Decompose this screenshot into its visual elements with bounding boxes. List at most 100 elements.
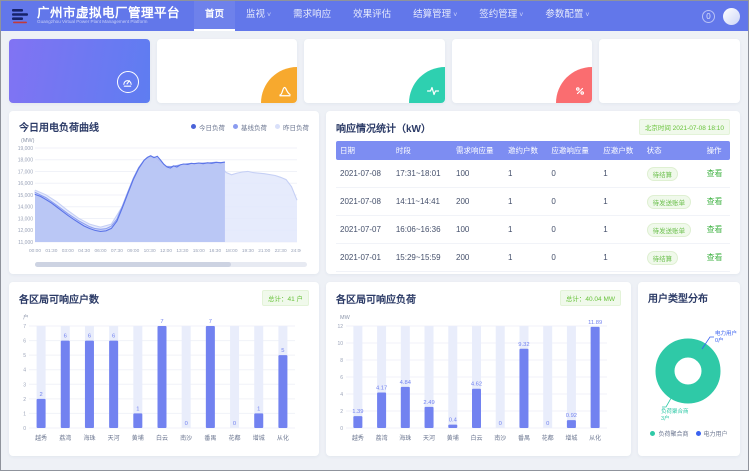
kpi-card-4 <box>599 39 740 103</box>
svg-text:0户: 0户 <box>715 336 724 344</box>
load-curve-legend: 今日负荷基线负荷昨日负荷 <box>191 122 309 132</box>
cell-resp-users: 1 <box>599 216 642 244</box>
top-navigation-bar: 广州市虚拟电厂管理平台 Guangzhou Virtual Power Plan… <box>1 1 748 31</box>
svg-text:天河: 天河 <box>423 434 435 442</box>
district-users-total-badge: 总计：41 户 <box>262 290 309 306</box>
status-badge: 待发送账单 <box>647 223 692 237</box>
nav-item-5[interactable]: 签约管理˅ <box>468 1 534 31</box>
cell-period: 15:29~15:59 <box>392 244 452 272</box>
svg-text:18,000: 18,000 <box>18 158 34 164</box>
user-types-donut-chart: 电力用户0户负荷聚合商3户 <box>638 309 740 431</box>
svg-text:番禺: 番禺 <box>204 435 216 442</box>
chevron-down-icon: ˅ <box>519 12 523 19</box>
legend-dot-icon <box>275 124 280 129</box>
svg-text:2.49: 2.49 <box>423 400 434 406</box>
cell-invited: 1 <box>504 244 547 272</box>
svg-text:1: 1 <box>23 411 26 417</box>
view-link[interactable]: 查看 <box>707 197 723 206</box>
svg-text:0.4: 0.4 <box>449 418 458 424</box>
cell-date: 2021-07-08 <box>336 160 392 188</box>
svg-text:海珠: 海珠 <box>83 434 95 442</box>
svg-text:0: 0 <box>233 421 236 427</box>
table-row-0: 2021-07-0817:31~18:01100101待结算查看 <box>336 160 730 188</box>
svg-text:0: 0 <box>546 421 549 427</box>
view-link[interactable]: 查看 <box>707 169 723 178</box>
svg-text:越秀: 越秀 <box>352 434 364 442</box>
svg-text:0.92: 0.92 <box>566 413 577 419</box>
svg-text:5: 5 <box>23 353 26 359</box>
user-avatar[interactable] <box>723 8 740 25</box>
nav-item-2[interactable]: 需求响应 <box>282 1 342 31</box>
nav-item-3[interactable]: 效果评估 <box>342 1 402 31</box>
view-link[interactable]: 查看 <box>707 253 723 262</box>
svg-text:3: 3 <box>23 382 26 388</box>
svg-text:1: 1 <box>257 406 260 412</box>
svg-text:6: 6 <box>112 334 115 340</box>
load-curve-chart: 11,00012,00013,00014,00015,00016,00017,0… <box>9 144 301 260</box>
chevron-down-icon: ˅ <box>453 12 457 19</box>
cell-period: 16:06~16:36 <box>392 216 452 244</box>
svg-text:花都: 花都 <box>542 434 554 442</box>
svg-text:13,000: 13,000 <box>18 216 34 222</box>
svg-text:荔湾: 荔湾 <box>376 434 388 442</box>
legend-dot-icon <box>191 124 196 129</box>
cell-invited: 1 <box>504 216 547 244</box>
cell-period: 17:31~18:01 <box>392 160 452 188</box>
cell-responded: 0 <box>547 216 599 244</box>
nav-item-0[interactable]: 首页 <box>194 1 235 31</box>
legend-item-1[interactable]: 基线负荷 <box>233 122 267 132</box>
cell-demand: 200 <box>452 244 504 272</box>
cell-invited: 1 <box>504 188 547 216</box>
svg-text:10: 10 <box>337 341 343 347</box>
district-load-chart: MW0246810121.39越秀4.17荔湾4.84海珠2.49天河0.4黄埔… <box>326 310 613 450</box>
svg-text:24:00: 24:00 <box>291 248 301 254</box>
svg-text:4.62: 4.62 <box>471 382 482 388</box>
svg-text:09:00: 09:00 <box>127 248 139 254</box>
response-stats-table: 日期时段需求响应量邀约户数应邀响应量应邀户数状态操作 2021-07-0817:… <box>336 141 730 272</box>
nav-item-1[interactable]: 监视˅ <box>235 1 282 31</box>
cell-responded: 0 <box>547 160 599 188</box>
nav-item-6[interactable]: 参数配置˅ <box>534 1 600 31</box>
district-load-title: 各区局可响应负荷 <box>336 291 416 306</box>
svg-text:10:30: 10:30 <box>144 248 156 254</box>
legend-item-2[interactable]: 昨日负荷 <box>275 122 309 132</box>
percent-icon <box>556 67 592 103</box>
svg-text:16:30: 16:30 <box>209 248 221 254</box>
load-curve-card: 今日用电负荷曲线 今日负荷基线负荷昨日负荷 (MW) 11,00012,0001… <box>9 111 319 274</box>
chart-scrollbar[interactable] <box>35 262 307 267</box>
app-subtitle: Guangzhou Virtual Power Plant Management… <box>37 20 180 25</box>
column-header-6: 状态 <box>643 141 703 160</box>
svg-text:06:00: 06:00 <box>94 248 106 254</box>
kpi-card-0 <box>9 39 150 103</box>
svg-text:增城: 增城 <box>253 434 265 442</box>
svg-text:4: 4 <box>340 392 343 398</box>
svg-text:18:00: 18:00 <box>225 248 237 254</box>
donut-legend-item-0[interactable]: 负荷聚合商 <box>650 429 688 438</box>
svg-text:13:30: 13:30 <box>176 248 188 254</box>
cell-resp-users: 1 <box>599 188 642 216</box>
kpi-card-1 <box>157 39 298 103</box>
svg-text:11.89: 11.89 <box>588 320 602 326</box>
svg-text:户: 户 <box>23 313 29 321</box>
svg-text:19,000: 19,000 <box>18 146 34 152</box>
donut-legend-item-1[interactable]: 电力用户 <box>696 429 728 438</box>
svg-text:00:00: 00:00 <box>29 248 41 254</box>
svg-text:海珠: 海珠 <box>399 434 411 442</box>
svg-text:15,000: 15,000 <box>18 193 34 199</box>
district-load-total-badge: 总计：40.04 MW <box>560 290 621 306</box>
status-badge: 待结算 <box>647 167 679 181</box>
svg-text:7: 7 <box>23 324 26 330</box>
view-link[interactable]: 查看 <box>707 225 723 234</box>
svg-text:14,000: 14,000 <box>18 205 34 211</box>
nav-item-4[interactable]: 结算管理˅ <box>402 1 468 31</box>
gauge-icon <box>117 71 139 93</box>
main-nav: 首页监视˅需求响应效果评估结算管理˅签约管理˅参数配置˅ <box>194 1 600 31</box>
cell-period: 14:11~14:41 <box>392 188 452 216</box>
svg-text:2: 2 <box>39 392 42 398</box>
notification-badge[interactable]: 0 <box>702 10 715 23</box>
column-header-0: 日期 <box>336 141 392 160</box>
cell-responded: 0 <box>547 244 599 272</box>
legend-item-0[interactable]: 今日负荷 <box>191 122 225 132</box>
app-logo-icon <box>9 5 31 27</box>
svg-text:南沙: 南沙 <box>180 434 192 442</box>
